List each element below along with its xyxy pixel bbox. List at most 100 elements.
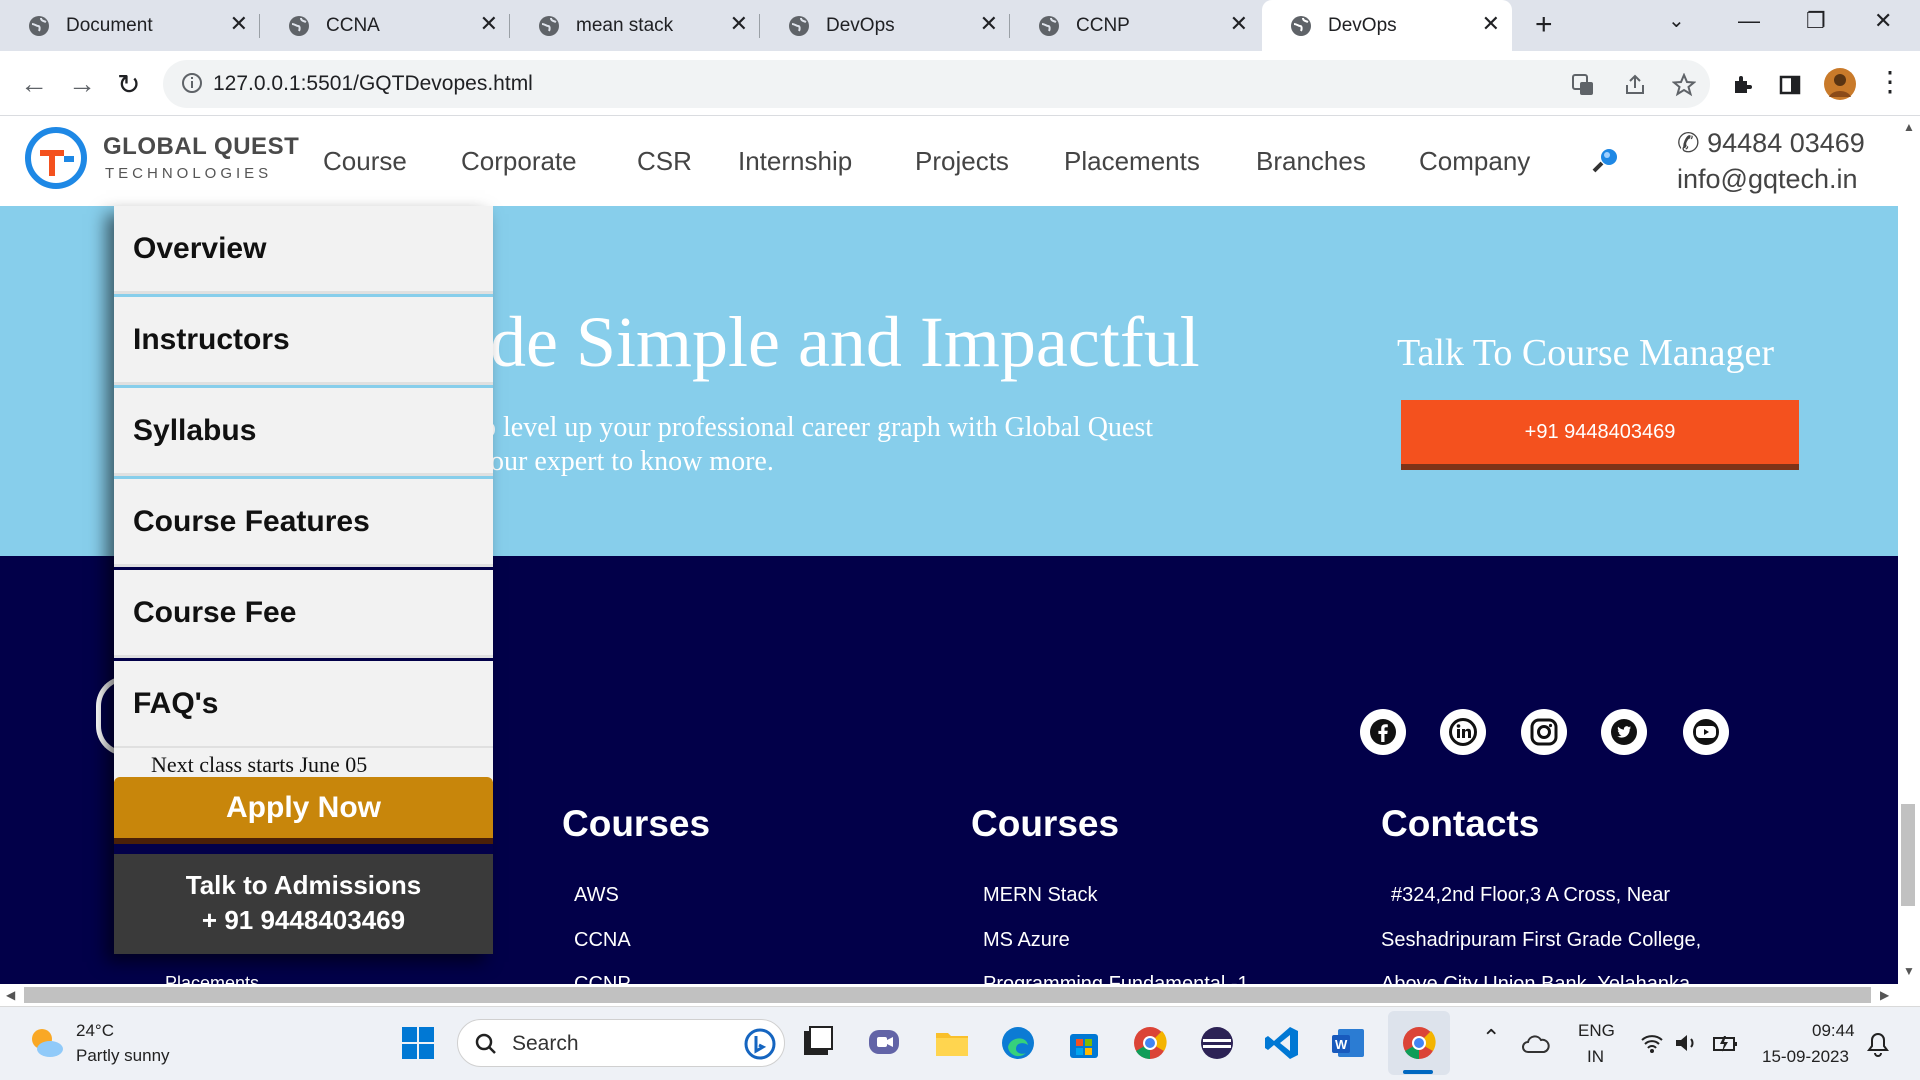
minimize-icon[interactable]: —: [1738, 8, 1760, 34]
instagram-icon[interactable]: [1521, 709, 1567, 755]
scroll-left-arrow-icon[interactable]: ◀: [6, 988, 15, 1002]
hidden-icons-chevron-icon[interactable]: ⌃: [1482, 1025, 1500, 1051]
translate-icon[interactable]: [1571, 73, 1595, 97]
nav-company[interactable]: Company: [1419, 146, 1530, 177]
tab-close-icon[interactable]: ✕: [1230, 11, 1248, 37]
footer-courses-heading-1: Courses: [562, 803, 711, 844]
admissions-label: Talk to Admissions: [185, 870, 422, 900]
scroll-down-arrow-icon[interactable]: ▼: [1903, 964, 1915, 978]
gqt-logo-icon[interactable]: [24, 126, 88, 190]
tab-mean-stack[interactable]: mean stack ✕: [510, 0, 760, 51]
nav-placements[interactable]: Placements: [1064, 146, 1200, 177]
file-explorer-icon[interactable]: [934, 1025, 970, 1061]
nav-branches[interactable]: Branches: [1256, 146, 1366, 177]
tab-label: Document: [66, 15, 153, 36]
dropdown-item-faqs[interactable]: FAQ's: [114, 661, 493, 749]
tab-devops-1[interactable]: DevOps ✕: [760, 0, 1010, 51]
share-icon[interactable]: [1623, 73, 1647, 97]
search-icon[interactable]: [1591, 146, 1621, 176]
footer-link-mern[interactable]: MERN Stack: [983, 884, 1097, 907]
scroll-right-arrow-icon[interactable]: ▶: [1880, 988, 1889, 1002]
dropdown-item-instructors[interactable]: Instructors: [114, 297, 493, 385]
microsoft-store-icon[interactable]: [1066, 1025, 1102, 1061]
profile-avatar[interactable]: [1823, 67, 1857, 101]
tab-document[interactable]: Document ✕: [0, 0, 260, 51]
header-email[interactable]: info@gqtech.in: [1677, 164, 1858, 195]
forward-icon[interactable]: →: [68, 68, 96, 100]
language-region[interactable]: IN: [1587, 1047, 1604, 1067]
browser-menu-icon[interactable]: ⋮: [1876, 65, 1904, 98]
footer-link-aws[interactable]: AWS: [574, 884, 619, 907]
clock-date[interactable]: 15-09-2023: [1762, 1047, 1849, 1067]
task-view-icon[interactable]: [800, 1025, 836, 1061]
bookmark-star-icon[interactable]: [1672, 73, 1696, 97]
teams-chat-icon[interactable]: [866, 1025, 902, 1061]
tab-close-icon[interactable]: ✕: [1482, 11, 1500, 37]
dropdown-item-syllabus[interactable]: Syllabus: [114, 388, 493, 476]
taskbar-search-box[interactable]: Search: [457, 1019, 785, 1067]
tab-ccna[interactable]: CCNA ✕: [260, 0, 510, 51]
onedrive-cloud-icon[interactable]: [1522, 1032, 1550, 1054]
dropdown-item-course-features[interactable]: Course Features: [114, 479, 493, 567]
apply-now-button[interactable]: Apply Now: [114, 777, 493, 844]
tab-close-icon[interactable]: ✕: [980, 11, 998, 37]
vscode-icon[interactable]: [1264, 1025, 1300, 1061]
window-close-icon[interactable]: ✕: [1874, 8, 1892, 34]
tab-close-icon[interactable]: ✕: [230, 11, 248, 37]
new-tab-plus-icon[interactable]: +: [1535, 8, 1553, 42]
footer-link-azure[interactable]: MS Azure: [983, 929, 1070, 952]
tab-ccnp[interactable]: CCNP ✕: [1010, 0, 1260, 51]
chrome-profile-icon[interactable]: [1401, 1025, 1437, 1061]
tab-close-icon[interactable]: ✕: [730, 11, 748, 37]
twitter-icon[interactable]: [1601, 709, 1647, 755]
tab-search-chevron-icon[interactable]: ⌄: [1668, 8, 1685, 33]
tab-devops-active[interactable]: DevOps ✕: [1262, 0, 1512, 51]
admissions-phone: + 91 9448403469: [201, 905, 406, 935]
clock-time[interactable]: 09:44: [1812, 1021, 1855, 1041]
wifi-icon[interactable]: [1640, 1032, 1664, 1054]
windows-start-icon[interactable]: [400, 1025, 436, 1061]
taskbar-search-placeholder: Search: [512, 1032, 579, 1055]
browser-toolbar: ← → ↻ 127.0.0.1:5501/GQTDevopes.html ⋮: [0, 51, 1920, 116]
info-icon: [182, 73, 202, 93]
nav-csr[interactable]: CSR: [637, 146, 692, 177]
address-bar[interactable]: 127.0.0.1:5501/GQTDevopes.html: [163, 60, 1710, 108]
notification-bell-icon[interactable]: [1866, 1031, 1890, 1057]
tab-label: DevOps: [1328, 15, 1397, 36]
youtube-icon[interactable]: [1683, 709, 1729, 755]
restore-icon[interactable]: ❐: [1806, 8, 1826, 34]
weather-sun-cloud-icon[interactable]: [26, 1023, 66, 1063]
globe-icon: [1291, 16, 1311, 36]
talk-to-manager-button[interactable]: +91 9448403469: [1401, 400, 1799, 470]
footer-courses-heading-2: Courses: [971, 803, 1120, 844]
side-panel-icon[interactable]: [1778, 73, 1802, 97]
talk-to-admissions-box[interactable]: Talk to Admissions + 91 9448403469: [114, 854, 493, 954]
back-icon[interactable]: ←: [20, 68, 48, 100]
globe-icon: [1039, 16, 1059, 36]
volume-icon[interactable]: [1674, 1032, 1698, 1054]
reload-icon[interactable]: ↻: [117, 68, 140, 101]
battery-icon[interactable]: [1712, 1032, 1738, 1054]
eclipse-icon[interactable]: [1199, 1025, 1235, 1061]
facebook-icon[interactable]: [1360, 709, 1406, 755]
nav-internship[interactable]: Internship: [738, 146, 852, 177]
word-icon[interactable]: W: [1330, 1025, 1366, 1061]
edge-browser-icon[interactable]: [1000, 1025, 1036, 1061]
header-phone[interactable]: ✆ 94484 03469: [1677, 128, 1865, 159]
language-code[interactable]: ENG: [1578, 1021, 1615, 1041]
nav-course[interactable]: Course: [323, 146, 407, 177]
scroll-up-arrow-icon[interactable]: ▲: [1903, 120, 1915, 134]
vertical-scroll-thumb[interactable]: [1901, 804, 1915, 906]
bing-icon[interactable]: [744, 1028, 776, 1060]
tab-close-icon[interactable]: ✕: [480, 11, 498, 37]
horizontal-scroll-thumb[interactable]: [24, 987, 1871, 1003]
nav-corporate[interactable]: Corporate: [461, 146, 577, 177]
dropdown-item-course-fee[interactable]: Course Fee: [114, 570, 493, 658]
linkedin-icon[interactable]: [1440, 709, 1486, 755]
chrome-icon[interactable]: [1132, 1025, 1168, 1061]
logo-text-primary: GLOBAL QUEST: [103, 133, 300, 160]
extensions-puzzle-icon[interactable]: [1731, 73, 1755, 97]
dropdown-item-overview[interactable]: Overview: [114, 206, 493, 294]
footer-link-ccna[interactable]: CCNA: [574, 929, 631, 952]
nav-projects[interactable]: Projects: [915, 146, 1009, 177]
